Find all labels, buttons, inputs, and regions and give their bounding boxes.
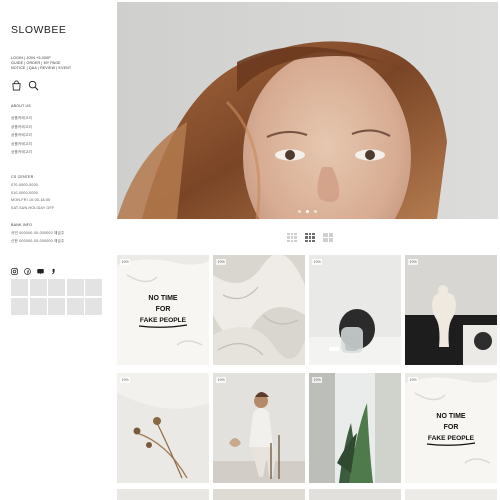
bank-account-line: 신한 000000-00-000000 예금주: [11, 238, 65, 243]
search-icon[interactable]: [28, 80, 39, 91]
svg-text:FOR: FOR: [156, 306, 171, 313]
blog-icon[interactable]: [37, 268, 44, 275]
instagram-thumbnail[interactable]: [29, 279, 47, 296]
product-card[interactable]: 19%: [117, 373, 209, 483]
instagram-thumbnail[interactable]: [48, 279, 65, 296]
instagram-icon[interactable]: [11, 268, 18, 275]
product-image: [117, 373, 209, 483]
product-grid-row-3: [117, 489, 498, 500]
cs-center-line: 070-0000-0000: [11, 183, 38, 187]
instagram-thumbnail[interactable]: [66, 297, 84, 315]
instagram-thumbnail[interactable]: [11, 297, 28, 315]
grid-2-view-icon[interactable]: [322, 232, 334, 243]
category-menu-item[interactable]: 상품카테고리: [11, 140, 32, 149]
about-section: ABOUT US 상품카테고리 상품카테고리 상품카테고리 상품카테고리 상품카테고리: [11, 104, 32, 157]
account-links-line2[interactable]: GUIDE | ORDER | MY PAGE: [11, 61, 61, 65]
account-links-line3[interactable]: NOTICE | Q&A | REVIEW | EVENT: [11, 66, 71, 70]
product-card[interactable]: 19%: [213, 373, 305, 483]
product-image: [309, 255, 401, 365]
product-card[interactable]: 19%: [213, 255, 305, 365]
svg-text:FAKE PEOPLE: FAKE PEOPLE: [428, 435, 475, 442]
product-image: NO TIME FOR FAKE PEOPLE: [117, 255, 209, 365]
sidebar: SLOWBEE LOGIN | JOIN +5,000P GUIDE | ORD…: [0, 0, 112, 500]
cs-center-line: MON-FRI 10:00-18:00: [11, 198, 51, 202]
slider-dot[interactable]: [306, 210, 309, 213]
instagram-thumbnail[interactable]: [66, 279, 84, 296]
svg-text:NO TIME: NO TIME: [436, 413, 465, 420]
discount-badge: 19%: [312, 259, 323, 265]
product-card[interactable]: 19%: [309, 255, 401, 365]
grid-3-view-icon[interactable]: [304, 232, 316, 243]
view-mode-toggles: [286, 232, 334, 243]
discount-badge: 19%: [216, 377, 227, 383]
svg-text:FOR: FOR: [444, 424, 459, 431]
instagram-thumbnail[interactable]: [48, 297, 65, 315]
bank-info-section: BANK INFO 국민 000000-00-000000 예금주신한 0000…: [11, 223, 65, 245]
product-card[interactable]: [117, 489, 209, 500]
instagram-feed: [11, 279, 102, 315]
cs-center-info: 070-0000-0000 010-0000-0000 MON-FRI 10:00-…: [11, 182, 54, 212]
facebook-icon[interactable]: [24, 268, 31, 275]
product-card[interactable]: NO TIME FOR FAKE PEOPLE 19%: [117, 255, 209, 365]
hero-image: [117, 2, 498, 219]
discount-badge: 19%: [120, 377, 131, 383]
category-menu-item[interactable]: 상품카테고리: [11, 131, 32, 140]
bank-info-lines: 국민 000000-00-000000 예금주신한 000000-00-0000…: [11, 230, 65, 245]
product-image: [405, 255, 497, 365]
social-links: [11, 268, 57, 275]
cs-center-title: CS CENTER: [11, 175, 34, 179]
instagram-thumbnail[interactable]: [29, 297, 47, 315]
slider-dot[interactable]: [314, 210, 317, 213]
bank-account-line: 국민 000000-00-000000 예금주: [11, 231, 65, 235]
cs-center-line: SAT.SUN.HOLIDAY OFF: [11, 205, 55, 210]
kakao-icon[interactable]: [50, 268, 57, 275]
header-icons: [11, 80, 39, 91]
account-links-line1[interactable]: LOGIN | JOIN +5,000P: [11, 56, 51, 60]
grid-4-view-icon[interactable]: [286, 232, 298, 243]
product-card[interactable]: [405, 489, 497, 500]
account-links: LOGIN | JOIN +5,000P GUIDE | ORDER | MY …: [11, 56, 71, 72]
shopping-bag-icon[interactable]: [11, 80, 22, 91]
cs-center-section: CS CENTER 070-0000-0000 010-0000-0000 MON-…: [11, 175, 54, 212]
category-menu-item[interactable]: 상품카테고리: [11, 148, 32, 157]
instagram-thumbnail[interactable]: [85, 297, 102, 315]
category-menu: 상품카테고리 상품카테고리 상품카테고리 상품카테고리 상품카테고리: [11, 114, 32, 157]
about-title: ABOUT US: [11, 104, 31, 108]
discount-badge: 19%: [408, 259, 419, 265]
category-menu-item[interactable]: 상품카테고리: [11, 123, 32, 132]
product-image: [309, 373, 401, 483]
product-card[interactable]: NO TIME FOR FAKE PEOPLE 19%: [405, 373, 497, 483]
product-card[interactable]: [309, 489, 401, 500]
discount-badge: 19%: [312, 377, 323, 383]
product-image: [213, 255, 305, 365]
instagram-thumbnail[interactable]: [11, 279, 28, 296]
product-image: NO TIME FOR FAKE PEOPLE: [405, 373, 497, 483]
product-card[interactable]: [213, 489, 305, 500]
discount-badge: 19%: [408, 377, 419, 383]
hero-banner[interactable]: [117, 2, 498, 219]
discount-badge: 19%: [216, 259, 227, 265]
site-logo[interactable]: SLOWBEE: [11, 24, 66, 36]
bank-info-title: BANK INFO: [11, 223, 33, 227]
slider-dot[interactable]: [298, 210, 301, 213]
discount-badge: 19%: [120, 259, 131, 265]
category-menu-item[interactable]: 상품카테고리: [11, 114, 32, 123]
instagram-thumbnail[interactable]: [85, 279, 102, 296]
product-card[interactable]: 19%: [405, 255, 497, 365]
svg-text:NO TIME: NO TIME: [148, 295, 177, 302]
product-grid: NO TIME FOR FAKE PEOPLE 19% 19% 19% 19% …: [117, 255, 498, 483]
svg-text:FAKE PEOPLE: FAKE PEOPLE: [140, 317, 187, 324]
product-card[interactable]: 19%: [309, 373, 401, 483]
product-image: [213, 373, 305, 483]
cs-center-line: 010-0000-0000: [11, 190, 38, 195]
slider-dots: [117, 210, 498, 213]
